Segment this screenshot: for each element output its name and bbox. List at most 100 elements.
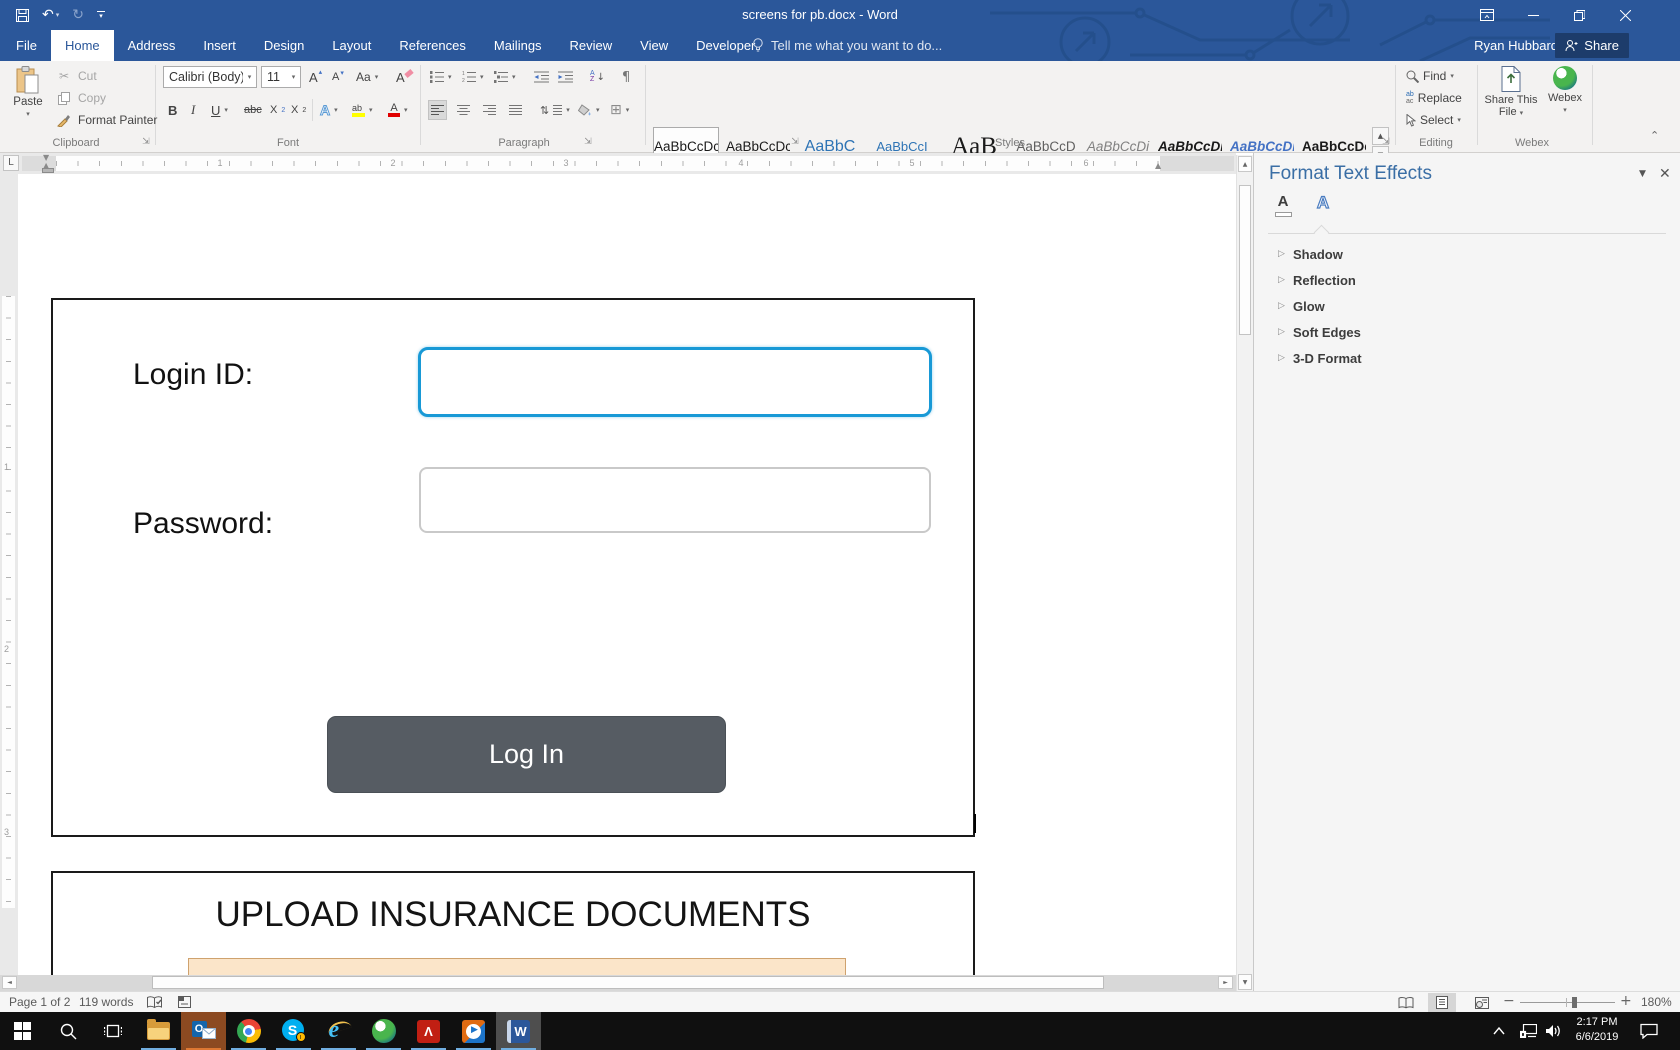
justify-button[interactable]	[507, 100, 524, 120]
replace-button[interactable]: abac Replace	[1404, 88, 1464, 108]
text-highlight-button[interactable]: ab ▾	[350, 100, 375, 120]
line-spacing-button[interactable]: ⇅ ▾	[538, 100, 572, 120]
scroll-up-button[interactable]: ▲	[1238, 156, 1252, 172]
align-center-button[interactable]	[455, 100, 472, 120]
close-button[interactable]	[1602, 0, 1648, 30]
tray-show-hidden-icons[interactable]	[1488, 1012, 1510, 1050]
scroll-right-button[interactable]: ►	[1218, 976, 1233, 989]
pane-options-chevron[interactable]: ▼	[1639, 169, 1646, 179]
multilevel-list-button[interactable]: ▾	[492, 67, 518, 87]
right-indent-marker[interactable]: ▲	[1155, 161, 1161, 170]
subscript-button[interactable]: X2	[268, 100, 287, 120]
strikethrough-button[interactable]: abc	[242, 100, 264, 120]
decrease-indent-button[interactable]	[532, 67, 551, 87]
taskbar-outlook[interactable]: O	[181, 1012, 226, 1050]
sort-button[interactable]: AZ ↓	[588, 67, 607, 87]
cut-button[interactable]: ✂ Cut	[52, 66, 99, 86]
scroll-left-button[interactable]: ◄	[2, 976, 17, 989]
share-button[interactable]: Share	[1555, 33, 1629, 58]
taskbar-skype[interactable]: S	[271, 1012, 316, 1050]
tab-insert[interactable]: Insert	[189, 30, 250, 61]
numbering-button[interactable]: 12 ▾	[460, 67, 486, 87]
macro-recording-button[interactable]	[178, 996, 191, 1008]
paste-button[interactable]: Paste ▾	[8, 66, 48, 118]
scroll-down-button[interactable]: ▼	[1238, 974, 1252, 990]
action-center-button[interactable]	[1634, 1012, 1664, 1050]
horizontal-scrollbar-thumb[interactable]	[152, 976, 1104, 989]
tab-home[interactable]: Home	[51, 30, 114, 61]
save-button[interactable]	[16, 9, 29, 22]
signed-in-user[interactable]: Ryan Hubbard	[1474, 30, 1558, 61]
font-dialog-launcher[interactable]: ⇲	[582, 136, 594, 148]
vertical-scrollbar[interactable]: ▲ ▼	[1236, 155, 1253, 991]
zoom-slider-thumb[interactable]	[1572, 997, 1577, 1008]
select-button[interactable]: Select ▾	[1404, 110, 1463, 130]
taskbar-word-active[interactable]: W	[496, 1012, 541, 1050]
pane-item-shadow[interactable]: ▷ Shadow	[1254, 241, 1680, 267]
taskbar-media-player[interactable]: ▶	[451, 1012, 496, 1050]
zoom-level[interactable]: 180%	[1641, 995, 1672, 1009]
copy-button[interactable]: Copy	[52, 88, 108, 108]
tab-review[interactable]: Review	[556, 30, 627, 61]
superscript-button[interactable]: X2	[289, 100, 308, 120]
horizontal-scrollbar[interactable]: ◄ ►	[0, 975, 1236, 991]
align-left-button[interactable]	[428, 100, 447, 120]
zoom-in-button[interactable]: +	[1620, 993, 1632, 1009]
ribbon-display-options-button[interactable]	[1464, 0, 1510, 30]
word-count[interactable]: 119 words	[79, 995, 133, 1009]
document-canvas[interactable]: 1 2 3 Login ID: Password: Log In UPLOAD …	[0, 174, 1236, 975]
bullets-button[interactable]: ▾	[428, 67, 454, 87]
redo-button[interactable]: ↻	[72, 7, 84, 23]
tab-file[interactable]: File	[2, 30, 51, 61]
taskbar-acrobat[interactable]: Λ	[406, 1012, 451, 1050]
read-mode-button[interactable]	[1392, 993, 1420, 1012]
taskbar-webex[interactable]	[361, 1012, 406, 1050]
webex-button[interactable]: Webex ▾	[1542, 66, 1588, 114]
tab-layout[interactable]: Layout	[318, 30, 385, 61]
vertical-scrollbar-thumb[interactable]	[1239, 185, 1251, 335]
tab-references[interactable]: References	[385, 30, 479, 61]
tab-stop-selector[interactable]: L	[3, 155, 19, 171]
tray-volume[interactable]	[1542, 1012, 1566, 1050]
left-indent-marker[interactable]	[42, 168, 54, 173]
text-fill-outline-tab[interactable]: A	[1271, 193, 1295, 217]
find-button[interactable]: Find ▾	[1404, 66, 1456, 86]
tab-mailings[interactable]: Mailings	[480, 30, 556, 61]
grow-font-button[interactable]: A▴	[307, 67, 327, 87]
borders-button[interactable]: ⊞ ▾	[608, 100, 631, 120]
restore-button[interactable]	[1556, 0, 1602, 30]
task-view-button[interactable]	[90, 1012, 135, 1050]
shading-button[interactable]: ▾	[576, 100, 602, 120]
pane-item-reflection[interactable]: ▷ Reflection	[1254, 267, 1680, 293]
pane-close-button[interactable]: ✕	[1659, 165, 1671, 182]
taskbar-file-explorer[interactable]	[136, 1012, 181, 1050]
bold-button[interactable]: B	[166, 100, 179, 120]
start-button[interactable]	[0, 1012, 45, 1050]
upload-field-box[interactable]	[188, 958, 846, 975]
font-size-combo[interactable]: 11 ▾	[261, 66, 301, 88]
tray-network[interactable]	[1516, 1012, 1540, 1050]
pane-item-soft-edges[interactable]: ▷ Soft Edges	[1254, 319, 1680, 345]
web-layout-button[interactable]	[1468, 993, 1496, 1012]
log-in-button[interactable]: Log In	[327, 716, 726, 793]
align-right-button[interactable]	[481, 100, 498, 120]
text-effects-button[interactable]: A ▾	[318, 100, 340, 120]
tab-design[interactable]: Design	[250, 30, 318, 61]
taskbar-search-button[interactable]	[45, 1012, 90, 1050]
taskbar-clock[interactable]: 2:17 PM 6/6/2019	[1568, 1015, 1626, 1045]
format-painter-button[interactable]: Format Painter	[52, 110, 159, 130]
tab-address[interactable]: Address	[114, 30, 190, 61]
page-indicator[interactable]: Page 1 of 2	[9, 995, 70, 1009]
clear-formatting-button[interactable]: A	[394, 67, 419, 87]
minimize-button[interactable]	[1510, 0, 1556, 30]
show-hide-pilcrow-button[interactable]: ¶	[620, 67, 632, 87]
zoom-out-button[interactable]: −	[1503, 993, 1515, 1009]
underline-button[interactable]: U▾	[209, 100, 230, 120]
customize-qat-button[interactable]: ▾	[97, 11, 105, 19]
clipboard-dialog-launcher[interactable]: ⇲	[140, 136, 152, 148]
login-id-input[interactable]	[418, 347, 932, 417]
share-this-file-button[interactable]: Share This File ▾	[1482, 66, 1540, 118]
taskbar-internet-explorer[interactable]: e	[316, 1012, 361, 1050]
proofing-status-button[interactable]	[147, 996, 162, 1009]
print-layout-button[interactable]	[1428, 993, 1456, 1012]
